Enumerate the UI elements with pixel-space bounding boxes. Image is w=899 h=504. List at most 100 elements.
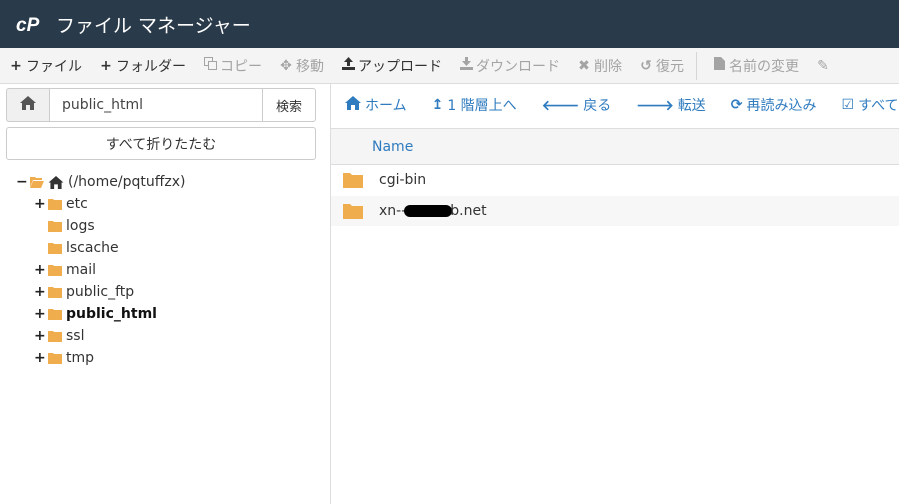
move-button[interactable]: ✥ 移動 (270, 48, 332, 83)
toolbar: + ファイル + フォルダー コピー ✥ 移動 アップロード ダウンロード ✖ … (0, 48, 899, 84)
restore-label: 復元 (656, 58, 684, 75)
expand-toggle-icon[interactable]: + (34, 350, 46, 366)
tree-item-label: public_html (66, 306, 157, 322)
move-icon: ✥ (280, 57, 292, 74)
tree-item-etc[interactable]: + etc (34, 193, 88, 215)
expand-toggle-icon[interactable]: + (34, 306, 46, 322)
file-name: cgi-bin (379, 172, 427, 188)
tree-item-label: logs (66, 218, 95, 234)
nav-home-label: ホーム (365, 98, 407, 114)
folder-icon (343, 172, 363, 188)
tree-item-label: etc (66, 196, 88, 212)
copy-label: コピー (220, 58, 262, 75)
folder-icon (48, 242, 62, 254)
go-button[interactable]: 検索 (262, 88, 316, 122)
tree-root[interactable]: − (/home/pqtuffzx) (16, 171, 185, 193)
check-square-icon: ☑ (841, 97, 855, 113)
arrow-left-icon: 🡐 (541, 97, 580, 114)
toolbar-divider (696, 51, 697, 80)
edit-button[interactable]: ✎ (807, 48, 841, 83)
folder-icon (48, 220, 62, 232)
nav-up-button[interactable]: ↥ 1 階層上へ (418, 84, 528, 126)
file-row[interactable]: cgi-bin (331, 165, 899, 195)
tree-item-label: mail (66, 262, 96, 278)
nav-forward-button[interactable]: 🡒 転送 (622, 84, 717, 126)
delete-label: 削除 (594, 58, 622, 75)
plus-icon: + (10, 57, 22, 74)
upload-button[interactable]: アップロード (332, 48, 450, 83)
delete-button[interactable]: ✖ 削除 (568, 48, 630, 83)
folder-icon (48, 286, 62, 298)
tree-item-label: public_ftp (66, 284, 135, 300)
rename-label: 名前の変更 (729, 58, 799, 75)
nav-back-label: 戻る (583, 98, 612, 114)
nav-reload-button[interactable]: ⟳ 再読み込み (717, 84, 828, 126)
path-input[interactable] (49, 88, 263, 122)
folder-icon (48, 330, 62, 342)
collapse-all-button[interactable]: すべて折りたたむ (6, 127, 316, 160)
new-folder-button[interactable]: + フォルダー (90, 48, 194, 83)
tree-item-public-html[interactable]: + public_html (34, 303, 157, 325)
download-button[interactable]: ダウンロード (450, 48, 568, 83)
new-file-label: ファイル (26, 58, 82, 75)
folder-icon (48, 264, 62, 276)
nav-forward-label: 転送 (677, 98, 706, 114)
restore-button[interactable]: ↺ 復元 (630, 48, 692, 83)
arrow-right-icon: 🡒 (636, 97, 674, 114)
path-home-button[interactable] (6, 88, 49, 122)
home-icon (48, 176, 64, 189)
nav-home-button[interactable]: ホーム (331, 84, 418, 126)
app-title: ファイル マネージャー (56, 14, 251, 37)
delete-icon: ✖ (578, 57, 590, 74)
expand-toggle-icon[interactable]: + (34, 196, 46, 212)
tree-item-label: ssl (66, 328, 85, 344)
expand-toggle-icon[interactable]: + (34, 262, 46, 278)
svg-text:cP: cP (16, 15, 40, 35)
collapse-toggle-icon[interactable]: − (16, 174, 28, 190)
tree-item-public-ftp[interactable]: + public_ftp (34, 281, 134, 303)
new-file-button[interactable]: + ファイル (0, 48, 90, 83)
tree-item-lscache[interactable]: + lscache (34, 237, 119, 259)
cpanel-logo[interactable]: cP (16, 12, 46, 36)
app-header: cP ファイル マネージャー (0, 0, 899, 48)
tree-item-logs[interactable]: + logs (34, 215, 95, 237)
file-icon (712, 57, 726, 74)
copy-icon (203, 57, 217, 74)
nav-select-all-button[interactable]: ☑ すべて選択 (828, 84, 899, 126)
home-icon (20, 96, 36, 114)
pencil-icon: ✎ (817, 57, 829, 74)
nav-back-button[interactable]: 🡐 戻る (528, 84, 623, 126)
new-folder-label: フォルダー (116, 58, 186, 75)
file-row[interactable]: xn-- b.net (331, 196, 899, 226)
file-nav-bar: ホーム ↥ 1 階層上へ 🡐 戻る 🡒 転送 ⟳ 再読み込み ☑ すべて選択 (331, 84, 899, 126)
tree-item-ssl[interactable]: + ssl (34, 325, 84, 347)
move-label: 移動 (296, 58, 324, 75)
copy-button[interactable]: コピー (194, 48, 270, 83)
tree-item-mail[interactable]: + mail (34, 259, 96, 281)
home-icon (345, 96, 361, 114)
download-icon (459, 57, 473, 74)
tree-item-tmp[interactable]: + tmp (34, 347, 94, 369)
file-name-prefix: xn-- (379, 203, 407, 219)
refresh-icon: ⟳ (730, 97, 743, 113)
folder-open-icon (30, 176, 44, 188)
file-name-suffix: b.net (450, 203, 487, 219)
tree-root-label: (/home/pqtuffzx) (68, 174, 186, 190)
upload-icon (341, 57, 355, 74)
tree-item-label: tmp (66, 350, 95, 366)
folder-icon (48, 198, 62, 210)
folder-icon (343, 203, 363, 219)
folder-icon (48, 308, 62, 320)
nav-up-label: 1 階層上へ (447, 98, 517, 114)
expand-toggle-icon[interactable]: + (34, 328, 46, 344)
folder-icon (48, 352, 62, 364)
level-up-icon: ↥ (431, 97, 444, 113)
file-list-header: Name (331, 128, 899, 165)
name-column-header[interactable]: Name (372, 139, 413, 155)
plus-icon: + (100, 57, 112, 74)
tree-item-label: lscache (66, 240, 119, 256)
expand-toggle-icon[interactable]: + (34, 284, 46, 300)
rename-button[interactable]: 名前の変更 (703, 48, 807, 83)
restore-icon: ↺ (640, 57, 652, 74)
nav-select-all-label: すべて選択 (858, 98, 899, 114)
